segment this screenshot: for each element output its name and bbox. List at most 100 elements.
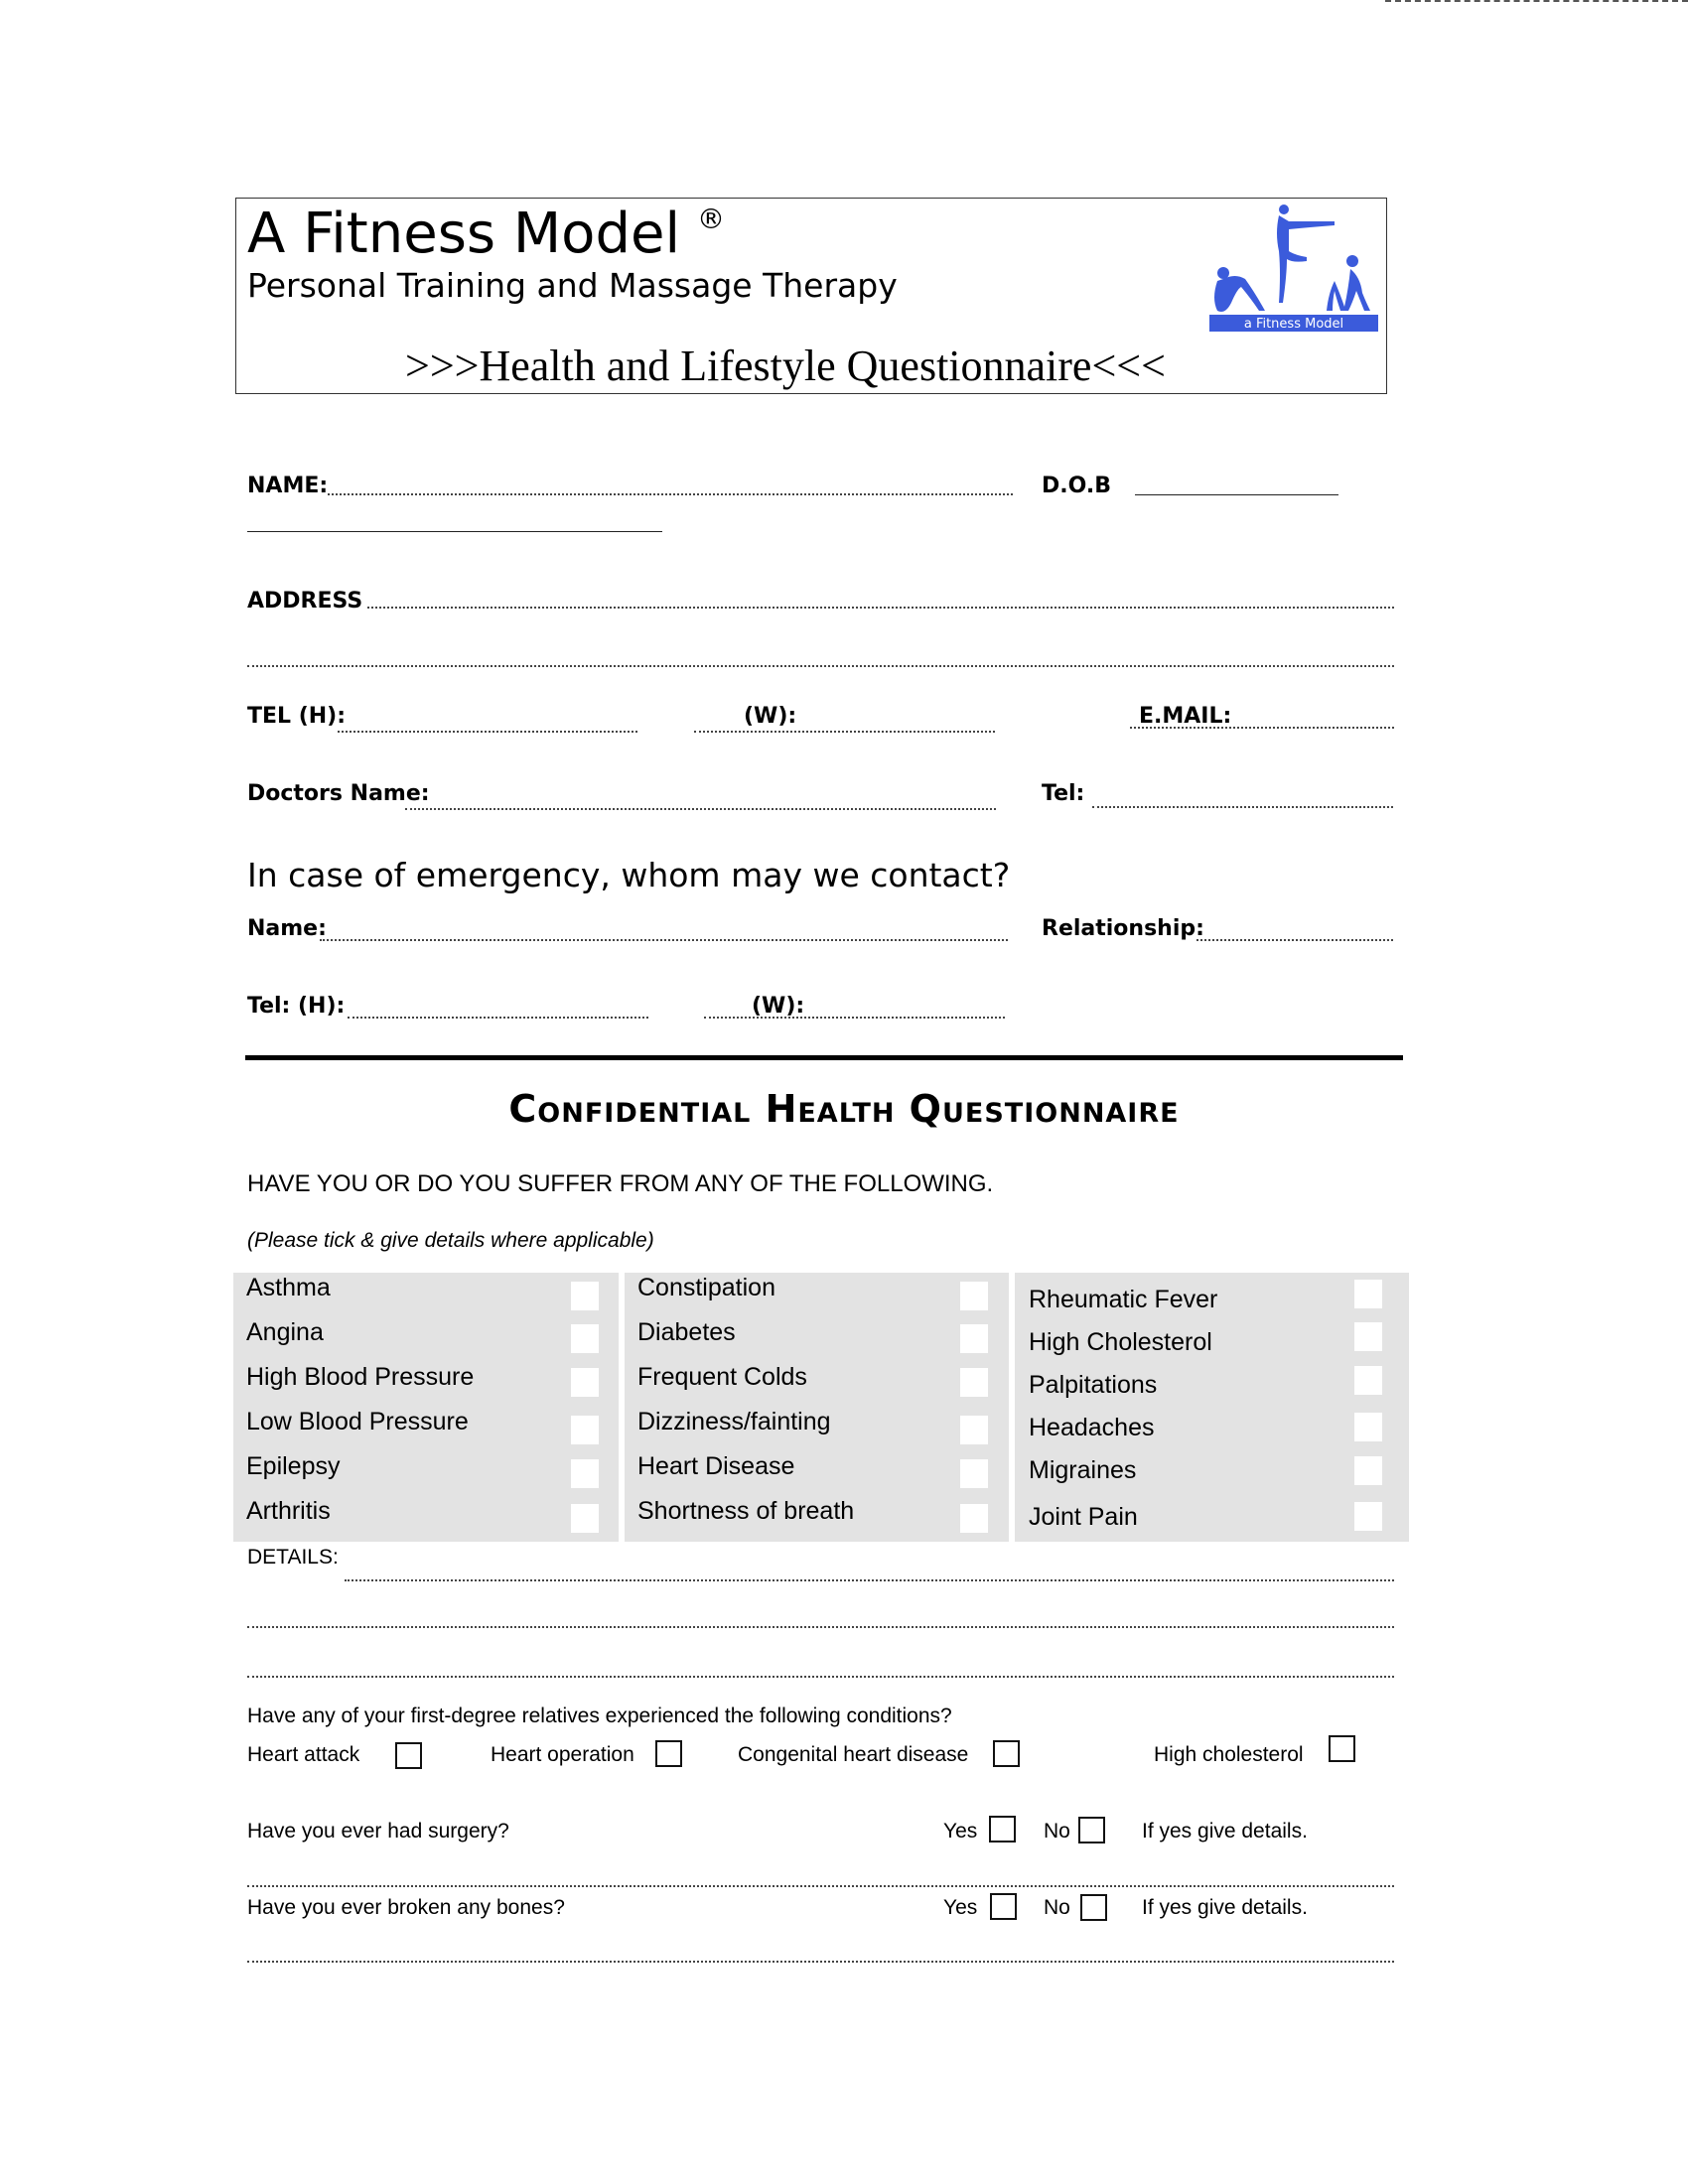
registered-mark: ® [697, 203, 725, 235]
doctor-tel-field[interactable] [1092, 806, 1393, 808]
condition-checkbox[interactable] [960, 1459, 988, 1488]
address-label: ADDRESS [247, 589, 363, 614]
document-title: >>>Health and Lifestyle Questionnaire<<< [405, 341, 1166, 390]
condition-label: Low Blood Pressure [246, 1408, 469, 1435]
condition-label: Heart Disease [637, 1452, 795, 1480]
family-condition-checkbox[interactable] [655, 1740, 682, 1767]
condition-checkbox[interactable] [1354, 1502, 1382, 1531]
condition-label: Headaches [1029, 1414, 1155, 1441]
emergency-tel-work-field[interactable] [704, 1017, 1005, 1019]
condition-label: Constipation [637, 1274, 775, 1301]
relationship-field[interactable] [1196, 939, 1393, 941]
family-condition-label: Heart attack [247, 1743, 360, 1766]
section-divider [245, 1055, 1403, 1060]
dob-label: D.O.B [1042, 474, 1111, 498]
details-label: DETAILS: [247, 1546, 339, 1569]
details-field-line-2[interactable] [247, 1626, 1394, 1628]
conditions-column-3: Rheumatic Fever High Cholesterol Palpita… [1015, 1273, 1409, 1542]
top-edge-dashed-line [1385, 0, 1688, 2]
family-condition-checkbox[interactable] [395, 1742, 422, 1769]
name-field[interactable] [328, 493, 1013, 495]
bones-details-field[interactable] [247, 1961, 1394, 1963]
email-field[interactable] [1130, 727, 1394, 729]
details-field-line-1[interactable] [345, 1579, 1394, 1581]
bones-details-note: If yes give details. [1142, 1896, 1308, 1919]
address-field-line-1[interactable] [367, 607, 1394, 609]
tel-work-field[interactable] [694, 731, 995, 733]
condition-checkbox[interactable] [571, 1282, 599, 1310]
condition-label: Rheumatic Fever [1029, 1286, 1218, 1313]
details-field-line-3[interactable] [247, 1676, 1394, 1678]
condition-label: Arthritis [246, 1497, 331, 1525]
doctor-tel-label: Tel: [1042, 781, 1085, 806]
condition-checkbox[interactable] [960, 1504, 988, 1533]
condition-checkbox[interactable] [1354, 1366, 1382, 1395]
family-condition-checkbox[interactable] [1329, 1735, 1355, 1762]
relationship-label: Relationship: [1042, 916, 1204, 941]
conditions-question: HAVE YOU OR DO YOU SUFFER FROM ANY OF TH… [247, 1170, 994, 1197]
tel-home-label: TEL (H): [247, 704, 347, 729]
emergency-name-label: Name: [247, 916, 327, 941]
logo-text: a Fitness Model [1244, 317, 1343, 332]
confidential-title: Confidential Health Questionnaire [508, 1087, 1180, 1131]
doctor-name-field[interactable] [405, 808, 996, 810]
emergency-name-field[interactable] [320, 939, 1008, 941]
family-condition-checkbox[interactable] [993, 1740, 1020, 1767]
condition-label: Migraines [1029, 1456, 1137, 1484]
condition-checkbox[interactable] [571, 1416, 599, 1444]
surgery-yes-label: Yes [943, 1820, 978, 1843]
condition-checkbox[interactable] [571, 1324, 599, 1353]
condition-checkbox[interactable] [1354, 1456, 1382, 1485]
condition-label: High Cholesterol [1029, 1328, 1212, 1356]
conditions-column-2: Constipation Diabetes Frequent Colds Diz… [625, 1273, 1009, 1542]
condition-label: Palpitations [1029, 1371, 1158, 1399]
condition-label: Epilepsy [246, 1452, 341, 1480]
condition-checkbox[interactable] [1354, 1280, 1382, 1308]
surgery-question: Have you ever had surgery? [247, 1820, 509, 1843]
dob-field[interactable] [1135, 494, 1338, 495]
surgery-yes-checkbox[interactable] [989, 1816, 1016, 1843]
bones-no-label: No [1044, 1896, 1070, 1919]
condition-checkbox[interactable] [571, 1504, 599, 1533]
condition-checkbox[interactable] [571, 1368, 599, 1397]
condition-label: High Blood Pressure [246, 1363, 475, 1391]
emergency-heading: In case of emergency, whom may we contac… [247, 856, 1011, 894]
condition-checkbox[interactable] [1354, 1322, 1382, 1351]
condition-checkbox[interactable] [960, 1282, 988, 1310]
condition-label: Joint Pain [1029, 1503, 1138, 1531]
condition-label: Shortness of breath [637, 1497, 855, 1525]
condition-label: Angina [246, 1318, 324, 1346]
family-condition-label: Congenital heart disease [738, 1743, 969, 1766]
family-history-question: Have any of your first-degree relatives … [247, 1705, 952, 1727]
family-condition-label: High cholesterol [1154, 1743, 1304, 1766]
name-continuation-line[interactable] [247, 531, 662, 532]
name-label: NAME: [247, 474, 329, 498]
bones-no-checkbox[interactable] [1080, 1894, 1107, 1921]
family-condition-label: Heart operation [491, 1743, 634, 1766]
conditions-column-1: Asthma Angina High Blood Pressure Low Bl… [233, 1273, 619, 1542]
address-field-line-2[interactable] [247, 665, 1394, 667]
surgery-details-note: If yes give details. [1142, 1820, 1308, 1843]
brand-subtitle: Personal Training and Massage Therapy [247, 266, 898, 305]
condition-checkbox[interactable] [571, 1459, 599, 1488]
condition-label: Frequent Colds [637, 1363, 807, 1391]
bones-yes-label: Yes [943, 1896, 978, 1919]
conditions-instruction: (Please tick & give details where applic… [247, 1229, 654, 1252]
tel-work-label: (W): [744, 704, 797, 729]
condition-checkbox[interactable] [960, 1416, 988, 1444]
bones-question: Have you ever broken any bones? [247, 1896, 565, 1919]
condition-checkbox[interactable] [960, 1324, 988, 1353]
condition-checkbox[interactable] [1354, 1413, 1382, 1441]
tel-home-field[interactable] [338, 731, 637, 733]
condition-label: Asthma [246, 1274, 331, 1301]
fitness-model-logo-icon: a Fitness Model [1209, 205, 1378, 332]
emergency-tel-home-label: Tel: (H): [247, 994, 346, 1019]
brand-title: A Fitness Model [247, 202, 680, 266]
condition-label: Diabetes [637, 1318, 736, 1346]
surgery-no-checkbox[interactable] [1078, 1817, 1105, 1843]
emergency-tel-home-field[interactable] [348, 1017, 648, 1019]
surgery-details-field[interactable] [247, 1885, 1394, 1887]
condition-label: Dizziness/fainting [637, 1408, 831, 1435]
condition-checkbox[interactable] [960, 1368, 988, 1397]
bones-yes-checkbox[interactable] [990, 1893, 1017, 1920]
